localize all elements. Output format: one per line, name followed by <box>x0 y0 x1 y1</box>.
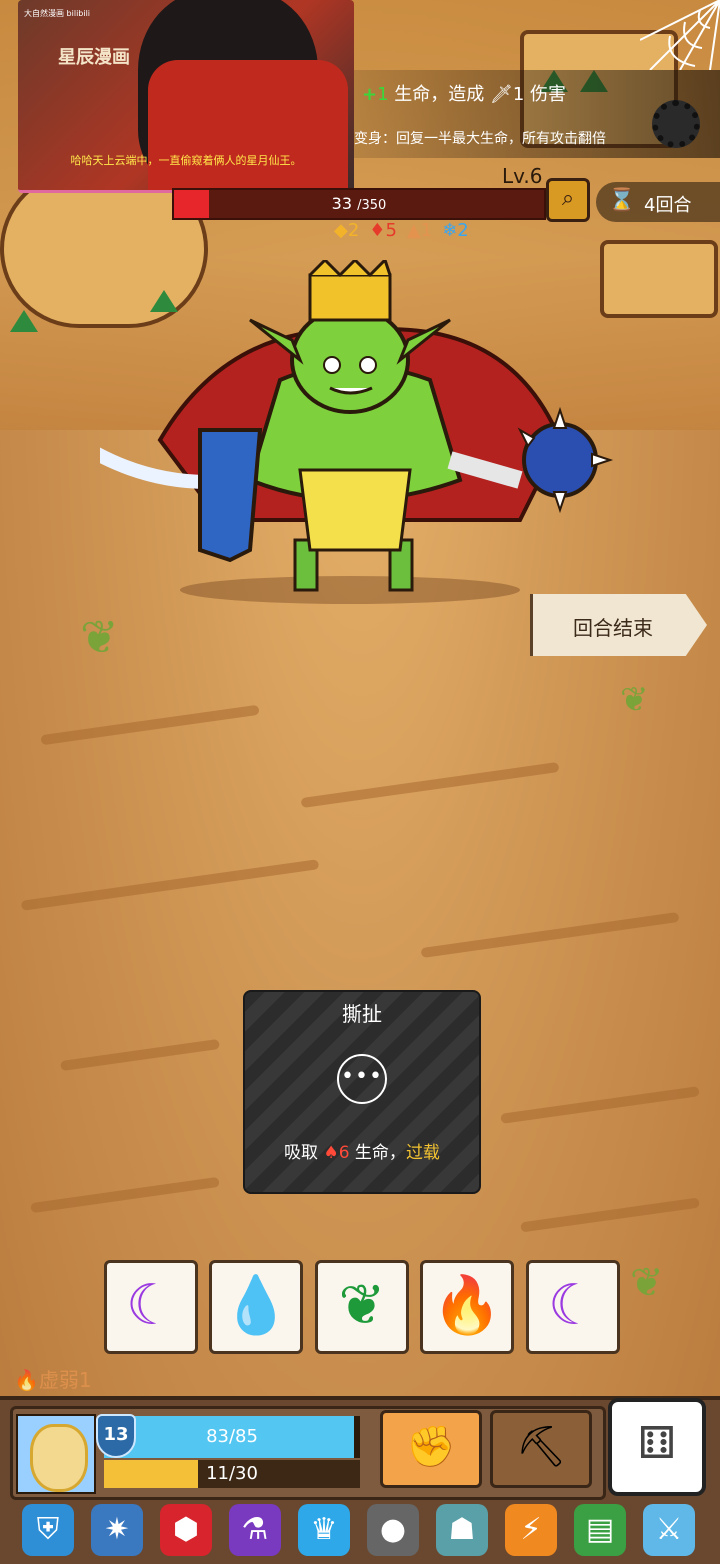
star-compass-relic-icon[interactable]: ✷ <box>91 1504 143 1556</box>
fist-icon: ✊ <box>406 1424 456 1470</box>
goblin-king-enemy[interactable] <box>100 260 640 610</box>
dragon-relic-icon[interactable]: ☗ <box>436 1504 488 1556</box>
status-value: 2 <box>457 220 469 241</box>
lightning-orb-relic-icon[interactable]: ⚡ <box>505 1504 557 1556</box>
player-hp-text: 83/85 <box>206 1426 258 1447</box>
intent-text-suffix: 伤害 <box>524 84 567 105</box>
dice-slot[interactable]: ☾ <box>526 1260 620 1354</box>
sprout-decoration: ❦ <box>630 1260 664 1306</box>
dice-slot[interactable]: ☾ <box>104 1260 198 1354</box>
hourglass-icon: ⌛ <box>608 188 636 213</box>
shovel-icon: ⛏ <box>515 1424 567 1470</box>
ability-description: 吸取 ♠6 生命，过载 <box>245 1138 479 1163</box>
green-book-relic-icon[interactable]: ▤ <box>574 1504 626 1556</box>
dice-icon: ⚅ <box>637 1418 677 1469</box>
status-icon: ♦ <box>369 220 386 241</box>
crescent-moon-icon: ☾ <box>125 1273 177 1338</box>
enemy-hp-current: 33 <box>331 194 353 213</box>
sprout-decoration: ❦ <box>620 680 649 720</box>
heal-icon: + <box>362 84 378 105</box>
relic-bar: ⛨ ✷ ⬢ ⚗ ♛ ● ☗ ⚡ ▤ ⚔ <box>0 1500 720 1560</box>
fire-icon: 🔥 <box>432 1273 502 1338</box>
ice-sword-relic-icon[interactable]: ⚔ <box>643 1504 695 1556</box>
ellipsis-icon: ••• <box>337 1054 387 1104</box>
roll-dice-button[interactable]: ⚅ <box>608 1398 706 1496</box>
enemy-status-row: ◆2 ♦5 ▲1 ❄2 <box>334 220 479 246</box>
status-value: 5 <box>385 220 397 241</box>
video-title: 星辰漫画 <box>58 47 130 68</box>
ability-tooltip: 撕扯 ••• 吸取 ♠6 生命，过载 <box>243 990 481 1194</box>
turn-counter: ⌛ 4回合 <box>596 182 720 222</box>
ability-desc-mid: 生命， <box>349 1143 406 1163</box>
character-robe <box>148 60 348 190</box>
status-value: 2 <box>347 220 360 241</box>
player-xp-text: 11/30 <box>206 1463 258 1484</box>
enemy-status-1[interactable]: ♦5 <box>369 220 397 241</box>
status-icon: ◆ <box>334 220 348 241</box>
enemy-level: Lv.6 <box>502 164 543 188</box>
dice-slot[interactable]: 💧 <box>209 1260 303 1354</box>
red-gem-relic-icon[interactable]: ⬢ <box>160 1504 212 1556</box>
video-overlay[interactable]: 大自然漫画 bilibili 星辰漫画 哈哈天上云端中，一直偷窥着俩人的星月仙王… <box>18 0 354 193</box>
dice-slot[interactable]: 🔥 <box>420 1260 514 1354</box>
ability-title: 撕扯 <box>342 1002 382 1026</box>
enemy-status-3[interactable]: ❄2 <box>442 220 469 241</box>
blue-shield-relic-icon[interactable]: ⛨ <box>22 1504 74 1556</box>
punch-skill-button[interactable]: ✊ <box>380 1410 482 1488</box>
player-xp-bar: 11/30 <box>104 1460 360 1488</box>
fangs-icon: ♠ <box>323 1143 339 1163</box>
video-source-logo: 大自然漫画 bilibili <box>24 9 91 18</box>
weak-flame-icon: 🔥 <box>14 1368 39 1392</box>
damage-value: 1 <box>512 84 525 105</box>
ruin-decoration <box>10 310 38 332</box>
enemy-status-2[interactable]: ▲1 <box>407 220 432 241</box>
enemy-info-icon[interactable]: ⌕ <box>546 178 590 222</box>
ability-desc-value: 6 <box>338 1143 350 1163</box>
purple-potion-relic-icon[interactable]: ⚗ <box>229 1504 281 1556</box>
enemy-hp-max: /350 <box>357 198 387 213</box>
rock-relic-icon[interactable]: ● <box>367 1504 419 1556</box>
status-icon: ❄ <box>442 220 458 241</box>
heal-value: 1 <box>377 84 389 105</box>
weak-status: 🔥虚弱1 <box>14 1364 92 1393</box>
enemy-intent-line2: 变身：回复一半最大生命，所有攻击翻倍 <box>354 131 606 147</box>
player-face <box>30 1424 88 1492</box>
status-value: 1 <box>420 220 433 241</box>
crescent-moon-icon: ☾ <box>547 1273 599 1338</box>
turn-counter-text: 4回合 <box>644 195 692 216</box>
end-turn-label: 回合结束 <box>573 616 653 640</box>
enemy-status-0[interactable]: ◆2 <box>334 220 359 241</box>
status-icon: ▲ <box>406 220 421 241</box>
enemy-hp-bar: 33 /350 <box>172 188 546 220</box>
player-hud: 83/85 13 11/30 ✊ ⛏ ⚅ ⛨ ✷ ⬢ ⚗ ♛ ● ☗ ⚡ ▤ ⚔ <box>0 1396 720 1564</box>
ability-desc-keyword: 过载 <box>405 1143 440 1163</box>
leaf-icon: ❦ <box>338 1273 386 1338</box>
intent-text: 生命，造成 <box>388 84 490 105</box>
player-avatar[interactable] <box>16 1414 96 1494</box>
ice-crown-relic-icon[interactable]: ♛ <box>298 1504 350 1556</box>
video-caption: 哈哈天上云端中，一直偷窥着俩人的星月仙王。 <box>70 154 302 167</box>
water-drop-icon: 💧 <box>221 1273 291 1338</box>
armor-shield-icon: 13 <box>96 1414 136 1458</box>
weak-status-text: 虚弱1 <box>38 1368 92 1392</box>
end-turn-button[interactable]: 回合结束 <box>530 594 707 656</box>
settings-gear-icon[interactable] <box>652 100 700 148</box>
sword-icon: 🗡 <box>490 84 513 105</box>
dice-slot[interactable]: ❦ <box>315 1260 409 1354</box>
ability-desc-prefix: 吸取 <box>284 1143 324 1163</box>
sprout-decoration: ❦ <box>80 610 119 664</box>
enemy-hp-text: 33 /350 <box>174 194 544 213</box>
player-hp-bar: 83/85 <box>104 1416 360 1458</box>
shovel-skill-button[interactable]: ⛏ <box>490 1410 592 1488</box>
enemy-intent-line1: +1 生命，造成 🗡1 伤害 <box>362 80 566 106</box>
cobweb-decoration <box>640 0 720 70</box>
